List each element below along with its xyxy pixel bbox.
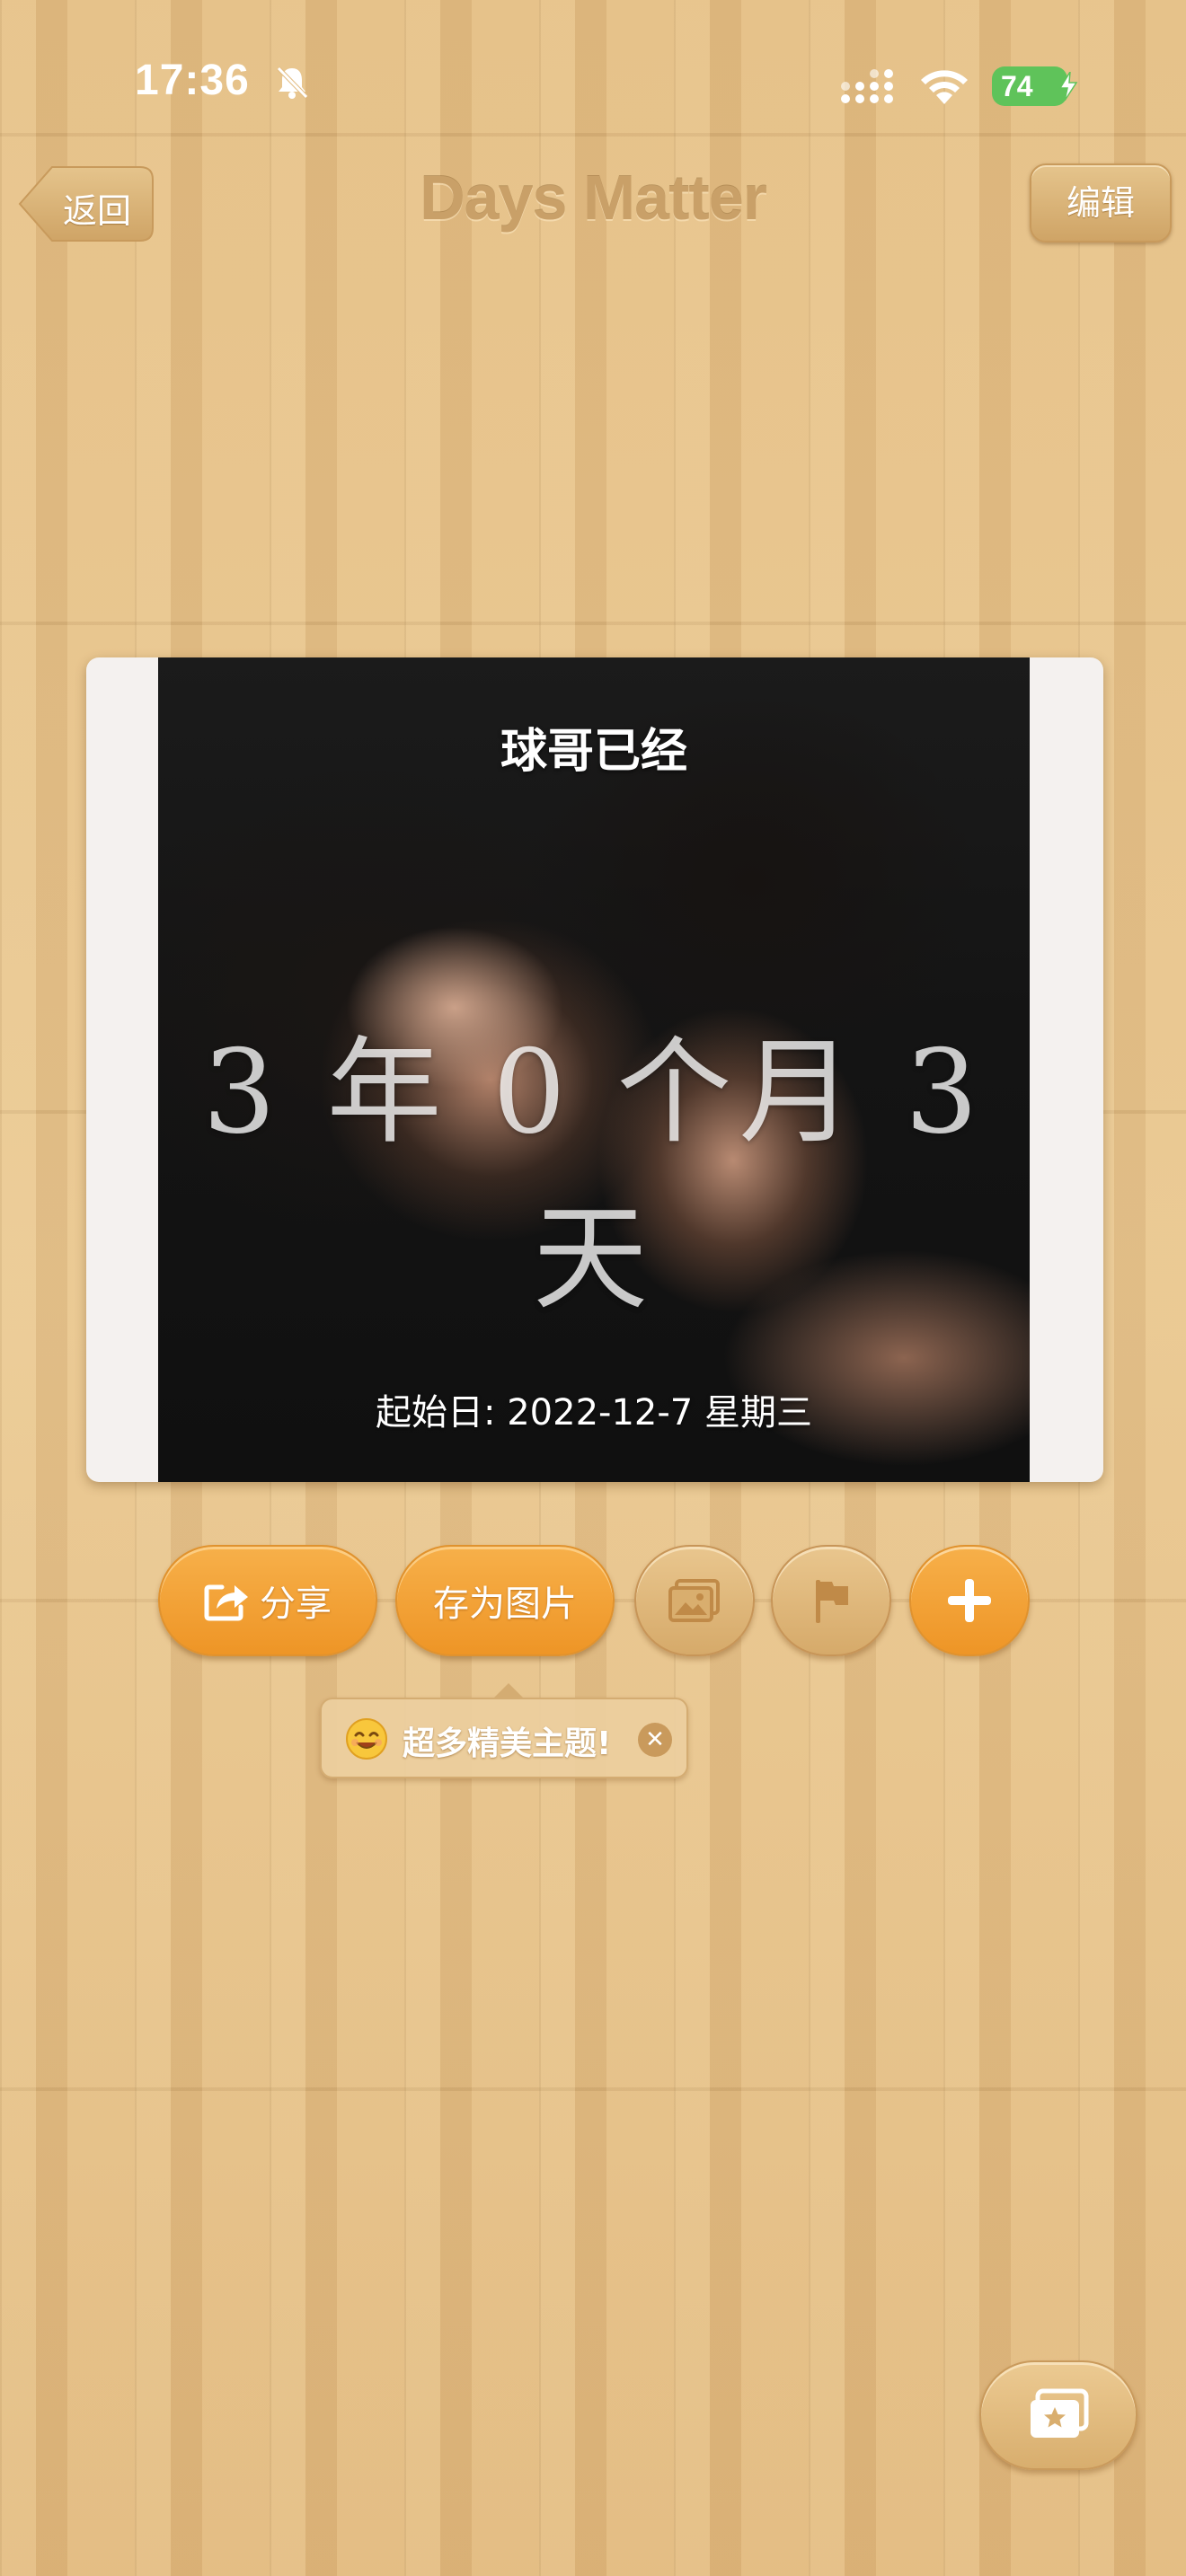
theme-button[interactable] bbox=[979, 2360, 1137, 2470]
event-title: 球哥已经 bbox=[500, 725, 687, 779]
smile-emoji-icon bbox=[346, 1718, 387, 1760]
plus-icon bbox=[948, 1579, 991, 1622]
share-button[interactable]: 分享 bbox=[158, 1545, 377, 1656]
themes-tooltip[interactable]: 超多精美主题! ✕ bbox=[320, 1683, 688, 1778]
elapsed-time: 3 年 0 个月 3 天 bbox=[202, 1026, 986, 1326]
close-icon[interactable]: ✕ bbox=[638, 1723, 672, 1757]
gallery-button[interactable] bbox=[634, 1545, 755, 1656]
battery-charging-icon bbox=[1058, 72, 1078, 101]
tooltip-arrow bbox=[492, 1683, 525, 1699]
tooltip-text: 超多精美主题! bbox=[403, 1725, 612, 1762]
battery-indicator: 74 bbox=[992, 66, 1078, 106]
share-label: 分享 bbox=[260, 1584, 332, 1625]
event-card[interactable]: 球哥已经 3 年 0 个月 3 天 起始日: 2022-12-7 星期三 bbox=[86, 657, 1103, 1482]
signal-icon bbox=[841, 69, 893, 103]
save-image-label: 存为图片 bbox=[433, 1584, 577, 1625]
gallery-icon bbox=[668, 1579, 720, 1622]
battery-level: 74 bbox=[1001, 69, 1033, 102]
edit-button[interactable]: 编辑 bbox=[1030, 163, 1172, 243]
app-title: Days Matter bbox=[420, 163, 767, 233]
flag-icon bbox=[816, 1580, 848, 1623]
add-button[interactable] bbox=[909, 1545, 1030, 1656]
status-time: 17:36 bbox=[135, 57, 250, 104]
save-image-button[interactable]: 存为图片 bbox=[395, 1545, 615, 1656]
flag-button[interactable] bbox=[771, 1545, 891, 1656]
bell-slash-icon bbox=[277, 66, 308, 99]
status-bar: 17:36 74 bbox=[0, 0, 1186, 171]
start-date: 起始日: 2022-12-7 星期三 bbox=[376, 1392, 812, 1434]
wifi-icon bbox=[921, 70, 968, 104]
share-icon bbox=[204, 1584, 248, 1621]
theme-star-photo-icon bbox=[1031, 2388, 1089, 2438]
